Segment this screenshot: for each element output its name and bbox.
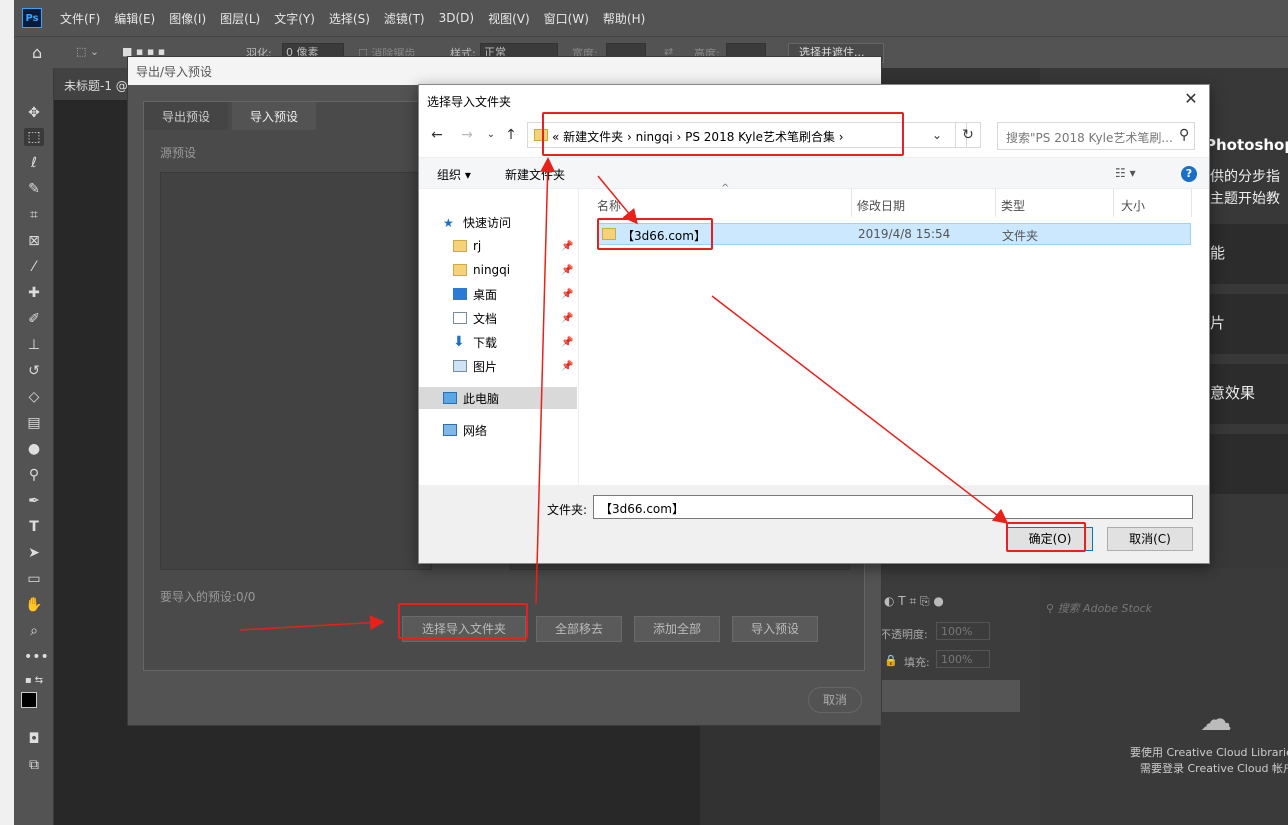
- arrow-to-ok-button: [711, 295, 1009, 524]
- annotation-arrows: [239, 157, 1009, 631]
- arrow-to-folder-item: [597, 175, 638, 225]
- arrow-to-choose-folder: [239, 615, 385, 631]
- arrow-to-address-bar: [535, 157, 556, 605]
